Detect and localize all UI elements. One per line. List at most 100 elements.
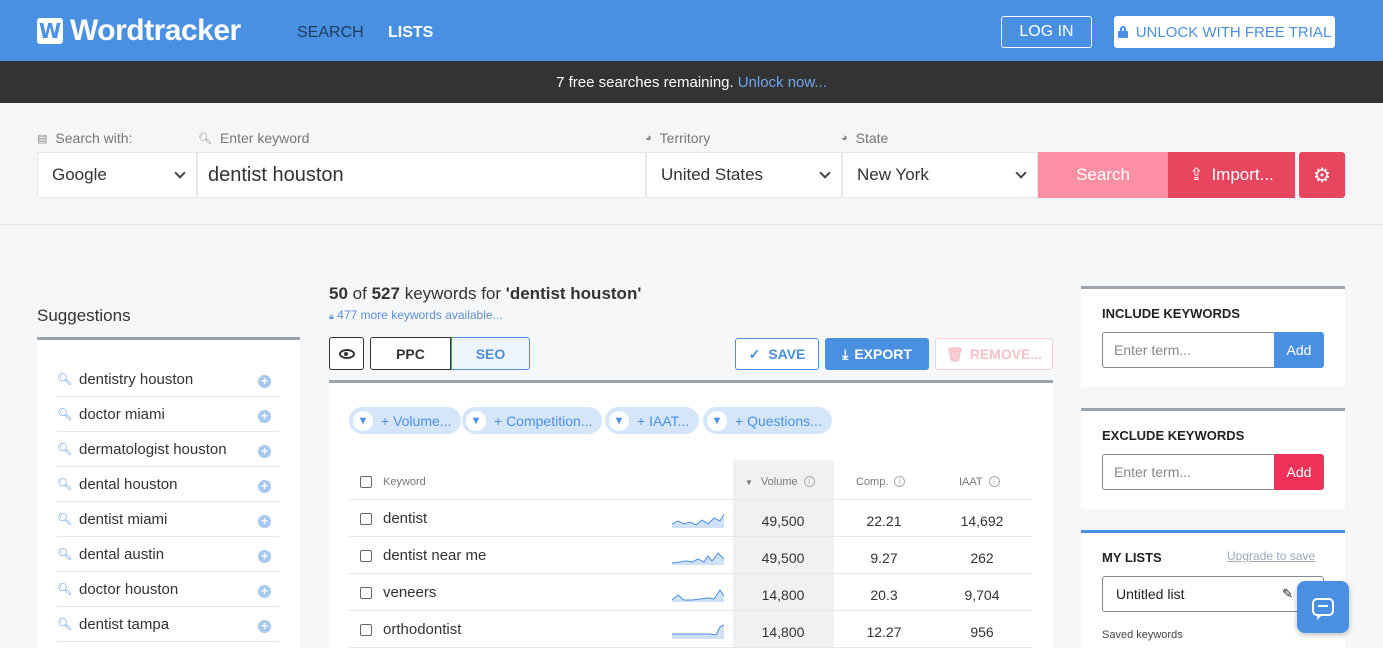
save-button[interactable]: ✓ SAVE [735,338,819,370]
info-icon: i [803,476,815,487]
chevron-down-icon [819,167,831,179]
row-checkbox[interactable] [360,587,372,599]
nav-lists[interactable]: LISTS [388,24,433,42]
filter-icon: ▼ [353,410,373,431]
plus-circle-icon[interactable]: + [258,585,271,598]
more-keywords-link[interactable]: 🔒︎ 477 more keywords available... [329,308,503,322]
divider [349,499,1032,500]
unlock-trial-button[interactable]: UNLOCK WITH FREE TRIAL [1114,16,1335,48]
select-all-checkbox[interactable] [360,476,372,488]
top-nav: W Wordtracker SEARCH LISTS LOG IN UNLOCK… [0,0,1383,61]
suggestion-item[interactable]: 🔍︎ doctor houston + [57,572,279,607]
filter-competition[interactable]: ▼ + Competition... [462,407,603,434]
row-comp: 20.3 [870,587,898,603]
suggestion-item[interactable]: 🔍︎ dentistry houston + [57,362,279,397]
login-button[interactable]: LOG IN [1001,16,1092,48]
import-button[interactable]: ⇪ Import... [1168,152,1295,198]
export-button[interactable]: ⤓ EXPORT [825,338,929,370]
suggestion-item[interactable]: 🔍︎ dentist miami + [57,502,279,537]
row-iaat: 956 [970,624,994,640]
plus-circle-icon[interactable]: + [258,410,271,423]
chevron-down-icon [1015,167,1027,179]
logo[interactable]: W Wordtracker [37,14,241,48]
include-keywords-panel: INCLUDE KEYWORDS Enter term... Add [1081,286,1345,387]
suggestion-item[interactable]: 🔍︎ dental austin + [57,537,279,572]
info-icon: i [988,476,1000,487]
col-volume[interactable]: ▼ Volume i [745,476,815,488]
plus-circle-icon[interactable]: + [258,515,271,528]
trash-icon: 🗑︎ [945,345,964,362]
col-keyword[interactable]: Keyword [383,476,426,488]
eye-icon [338,348,355,359]
search-icon: 🔍︎ [57,372,73,386]
row-volume: 49,500 [761,550,805,566]
remove-button[interactable]: 🗑︎ REMOVE... [935,338,1053,370]
upgrade-link[interactable]: Upgrade to save [1227,549,1315,563]
check-icon: ✓ [748,345,761,362]
results-title: 50 of 527 keywords for 'dentist houston' [329,284,642,303]
row-checkbox[interactable] [360,624,372,636]
state-label: ◕ State [841,130,889,146]
include-title: INCLUDE KEYWORDS [1102,306,1240,321]
pencil-icon[interactable]: ✎ [1282,586,1293,602]
tab-seo[interactable]: SEO [451,337,530,370]
filter-iaat[interactable]: ▼ + IAAT... [605,407,700,434]
row-checkbox[interactable] [360,513,372,525]
plus-circle-icon[interactable]: + [258,550,271,563]
list-name-input[interactable]: Untitled list ✎ [1102,576,1324,612]
filter-volume[interactable]: ▼ + Volume... [349,407,462,434]
suggestion-item[interactable]: 🔍︎ doctor miami + [57,397,279,432]
exclude-title: EXCLUDE KEYWORDS [1102,428,1245,443]
territory-label: ◕ Territory [645,130,711,146]
row-volume: 14,800 [761,587,805,603]
plus-circle-icon[interactable]: + [258,480,271,493]
exclude-term-input[interactable]: Enter term... [1102,454,1275,490]
state-select[interactable]: New York [842,152,1038,198]
search-icon: 🔍︎ [57,442,73,456]
engine-label: ▤ Search with: [37,130,133,146]
chat-icon [1312,598,1334,620]
gear-icon: ⚙ [1313,164,1331,187]
search-bar: ▤ Search with: 🔍︎ Enter keyword ◕ Territ… [0,103,1383,225]
include-term-input[interactable]: Enter term... [1102,332,1275,368]
col-iaat[interactable]: IAAT i [959,476,1000,488]
row-volume: 49,500 [761,513,805,529]
row-checkbox[interactable] [360,550,372,562]
include-add-button[interactable]: Add [1274,332,1324,368]
row-keyword[interactable]: dentist [383,510,427,527]
suggestion-item[interactable]: 🔍︎ dermatologist houston + [57,432,279,467]
search-button[interactable]: Search [1038,152,1168,198]
row-comp: 12.27 [866,624,902,640]
unlock-trial-label: UNLOCK WITH FREE TRIAL [1135,23,1332,41]
suggestion-item[interactable]: 🔍︎ dental houston + [57,467,279,502]
plus-circle-icon[interactable]: + [258,445,271,458]
sort-desc-icon: ▼ [745,478,753,487]
plus-circle-icon[interactable]: + [258,375,271,388]
col-comp[interactable]: Comp. i [856,476,906,488]
info-icon: i [894,476,906,487]
nav-search[interactable]: SEARCH [297,24,364,42]
row-iaat: 14,692 [960,513,1004,529]
row-keyword[interactable]: orthodontist [383,621,461,638]
keyword-input[interactable]: dentist houston [197,152,646,198]
settings-button[interactable]: ⚙ [1299,152,1345,198]
sparkline [672,552,724,565]
filter-questions[interactable]: ▼ + Questions... [703,407,832,434]
chat-button[interactable] [1297,581,1349,633]
plus-circle-icon[interactable]: + [258,620,271,633]
territory-select[interactable]: United States [646,152,842,198]
toggle-view-button[interactable] [329,337,364,370]
row-keyword[interactable]: veneers [383,584,436,601]
exclude-add-button[interactable]: Add [1274,454,1324,490]
unlock-now-link[interactable]: Unlock now... [738,74,827,91]
tab-ppc[interactable]: PPC [370,337,451,370]
globe-icon: ◕ [841,132,848,144]
engine-select[interactable]: Google [37,152,197,198]
suggestions-panel: 🔍︎ dentistry houston + 🔍︎ doctor miami + 🔍︎ d… [37,337,300,648]
divider [349,573,1032,574]
filter-icon: ▼ [466,410,486,431]
row-keyword[interactable]: dentist near me [383,547,486,564]
keyword-label: 🔍︎ Enter keyword [198,130,310,146]
suggestion-item[interactable]: 🔍︎ dentist tampa + [57,607,279,642]
download-icon: ⤓ [842,345,849,362]
